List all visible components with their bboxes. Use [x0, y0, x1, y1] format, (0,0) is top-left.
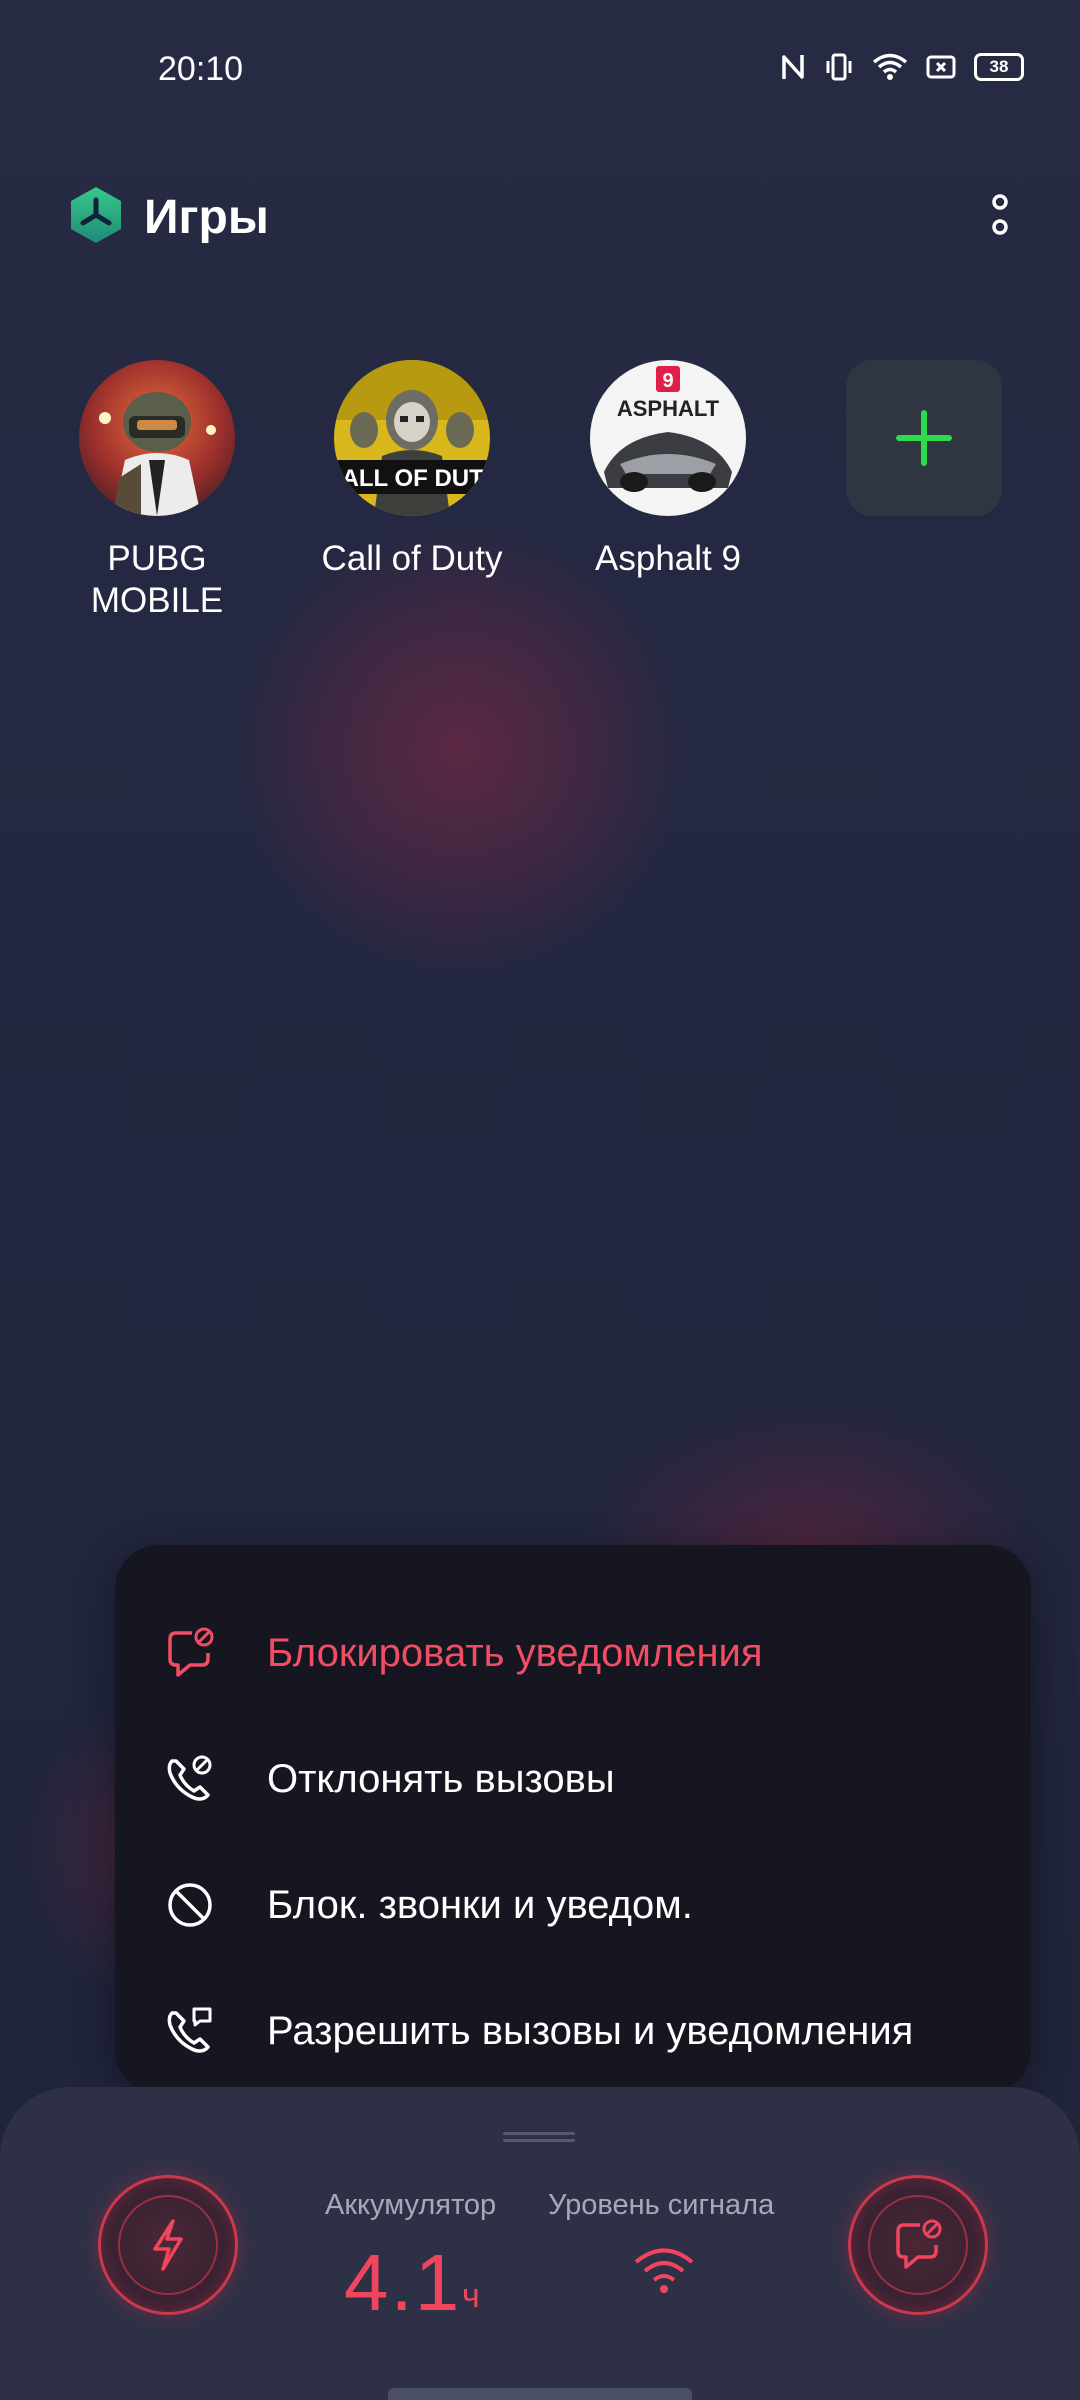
- allow-calls-notifications-icon: [160, 2001, 220, 2061]
- game-label: PUBG MOBILE: [90, 539, 224, 620]
- page-title: Игры: [144, 191, 269, 244]
- asphalt-logo-text: ASPHALT: [617, 396, 720, 421]
- signal-label: Уровень сигнала: [548, 2189, 775, 2221]
- game-space-logo-icon: [68, 185, 124, 245]
- screen-record-icon: [926, 54, 956, 80]
- asphalt-9-icon: 9 ASPHALT: [590, 360, 746, 516]
- menu-item-block-notifications[interactable]: Блокировать уведомления: [115, 1593, 1031, 1713]
- block-notifications-icon: [896, 2219, 942, 2269]
- menu-item-label: Отклонять вызовы: [267, 1756, 615, 1801]
- status-icons: 38: [780, 52, 1024, 82]
- status-time: 20:10: [158, 50, 244, 88]
- more-vertical-icon: [992, 194, 1008, 235]
- game-assistant-panel: Аккумулятор 4.1 ч Уровень сигнала: [0, 2087, 1080, 2400]
- add-game-button[interactable]: [846, 360, 1002, 516]
- menu-item-reject-calls[interactable]: Отклонять вызовы: [115, 1719, 1031, 1839]
- navigation-gesture-bar[interactable]: [388, 2388, 692, 2400]
- call-of-duty-icon: CALL OF DUTY: [334, 360, 490, 516]
- reject-calls-icon: [160, 1749, 220, 1809]
- game-label: Call of Duty: [321, 539, 503, 578]
- performance-button[interactable]: [98, 2175, 238, 2315]
- battery-icon: 38: [974, 53, 1024, 81]
- games-grid: PUBG MOBILE CALL OF DUTY Call of Duty: [0, 360, 1080, 660]
- cod-logo-text: CALL OF DUTY: [334, 465, 490, 492]
- block-notifications-icon: [160, 1623, 220, 1683]
- header: Игры: [0, 180, 1080, 250]
- drag-handle[interactable]: [503, 2132, 575, 2142]
- nfc-icon: [780, 53, 806, 81]
- battery-label: Аккумулятор: [325, 2189, 497, 2221]
- block-all-icon: [160, 1875, 220, 1935]
- battery-time-unit: ч: [462, 2277, 480, 2315]
- menu-item-allow-calls-notifications[interactable]: Разрешить вызовы и уведомления: [115, 1971, 1031, 2091]
- more-options-button[interactable]: [960, 180, 1040, 250]
- signal-wifi-icon: [633, 2247, 695, 2300]
- vibrate-icon: [824, 52, 854, 82]
- battery-time-value: 4.1: [344, 2238, 462, 2327]
- game-tile-call-of-duty[interactable]: CALL OF DUTY Call of Duty: [292, 360, 532, 580]
- wifi-icon: [872, 53, 908, 81]
- pubg-mobile-icon: [79, 360, 235, 516]
- game-label: Asphalt 9: [595, 539, 741, 578]
- lightning-icon: [153, 2219, 183, 2271]
- menu-item-label: Блокировать уведомления: [267, 1630, 763, 1675]
- status-bar: 20:10 38: [0, 0, 1080, 140]
- do-not-disturb-menu: Блокировать уведомления Отклонять вызовы…: [115, 1545, 1031, 2093]
- block-notifications-button[interactable]: [848, 2175, 988, 2315]
- menu-item-label: Разрешить вызовы и уведомления: [267, 2008, 914, 2053]
- game-tile-pubg[interactable]: PUBG MOBILE: [37, 360, 277, 622]
- asphalt-badge: 9: [662, 370, 673, 392]
- menu-item-block-all[interactable]: Блок. звонки и уведом.: [115, 1845, 1031, 1965]
- game-tile-asphalt-9[interactable]: 9 ASPHALT Asphalt 9: [548, 360, 788, 580]
- plus-icon: [896, 410, 952, 466]
- menu-item-label: Блок. звонки и уведом.: [267, 1882, 693, 1927]
